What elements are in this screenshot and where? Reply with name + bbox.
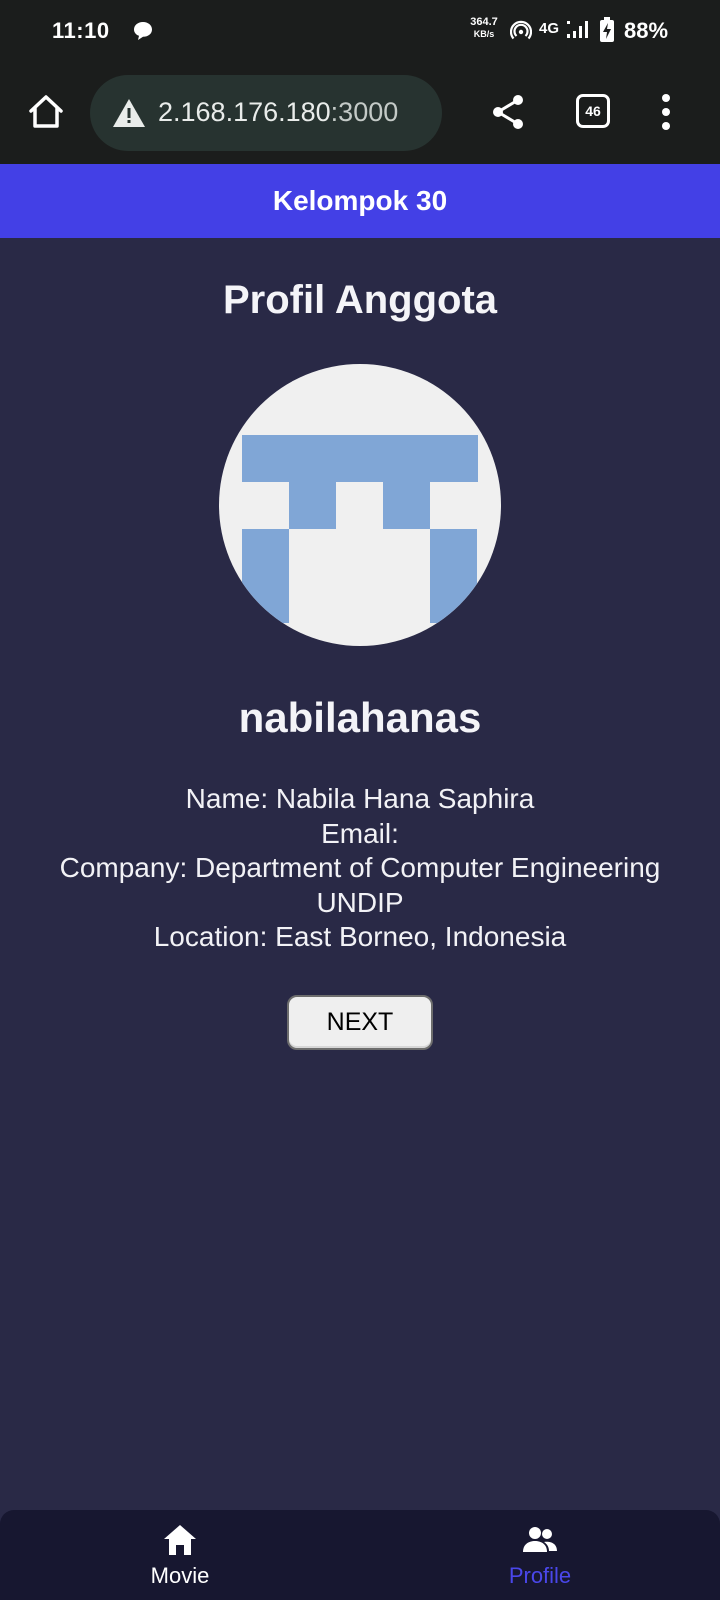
url-port: :3000: [330, 97, 399, 127]
url-host: 2.168.176.180: [158, 97, 331, 127]
nav-label-movie: Movie: [150, 1563, 210, 1588]
home-icon: [164, 1525, 196, 1555]
status-time: 11:10: [52, 18, 110, 43]
app-header-title: Kelompok 30: [272, 185, 448, 216]
signal-icon: [567, 21, 588, 38]
next-button[interactable]: NEXT: [287, 995, 433, 1050]
network-speed-value: 364.7: [470, 16, 498, 28]
network-type: 4G: [539, 20, 560, 37]
nav-item-profile[interactable]: Profile: [440, 1510, 640, 1600]
tab-switcher-button[interactable]: 46: [576, 94, 610, 128]
share-icon[interactable]: [490, 92, 526, 132]
address-bar[interactable]: 2.168.176.180:3000: [90, 75, 442, 151]
nav-item-movie[interactable]: Movie: [80, 1510, 280, 1600]
profile-location: Location: East Borneo, Indonesia: [153, 921, 567, 952]
more-vertical-icon[interactable]: [660, 92, 672, 132]
app-header: Kelompok 30: [0, 164, 720, 238]
people-icon: [523, 1527, 557, 1552]
battery-charging-icon: [600, 17, 614, 42]
network-speed: 364.7 KB/s: [466, 16, 502, 40]
chat-bubble-icon: [134, 22, 152, 40]
profile-company: Company: Department of Computer Engineer…: [59, 852, 661, 918]
profile-name: Name: Nabila Hana Saphira: [185, 783, 535, 814]
bottom-navigation: Movie Profile: [0, 1510, 720, 1600]
nav-label-profile: Profile: [508, 1563, 572, 1588]
url-text[interactable]: 2.168.176.180:3000: [158, 97, 398, 128]
home-icon[interactable]: [26, 92, 66, 132]
profile-username: nabilahanas: [238, 694, 482, 741]
battery-level: 88%: [624, 18, 669, 43]
status-bar: 11:10 364.7 KB/s 4G 88%: [0, 0, 720, 62]
warning-icon[interactable]: [112, 97, 146, 129]
network-speed-unit: KB/s: [473, 29, 495, 39]
profile-email: Email:: [321, 817, 399, 849]
hotspot-icon: [510, 20, 532, 40]
profile-info: Name: Nabila Hana Saphira Email: Company…: [30, 782, 690, 955]
page-title: Profil Anggota: [222, 278, 498, 322]
browser-toolbar: 2.168.176.180:3000 46: [0, 62, 720, 164]
avatar: [219, 364, 501, 646]
